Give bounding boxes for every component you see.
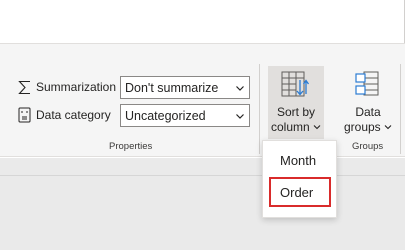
sort-by-column-menu: Month Order: [262, 140, 337, 218]
summarization-row: Summarization: [15, 75, 118, 99]
sort-column-label: column: [270, 120, 310, 134]
sort-by-label: Sort by: [276, 105, 315, 119]
data-category-dropdown[interactable]: Uncategorized: [120, 104, 250, 127]
groups-group-label: Groups: [352, 141, 384, 152]
sort-column-label-row: column: [268, 120, 324, 135]
menu-item-order[interactable]: Order: [269, 177, 331, 207]
summarization-dropdown[interactable]: Don't summarize: [120, 76, 250, 99]
data-category-row: Data category: [15, 103, 118, 127]
summarization-value: Don't summarize: [125, 80, 219, 95]
sort-by-column-button[interactable]: Sort by column: [268, 66, 324, 139]
data-category-value: Uncategorized: [125, 108, 206, 123]
group-divider: [259, 64, 260, 154]
chevron-down-icon: [236, 86, 244, 91]
data-groups-button[interactable]: Data groups: [339, 66, 397, 139]
data-category-label: Data category: [36, 108, 111, 122]
data-groups-line2-row: groups: [339, 120, 397, 135]
group-divider: [400, 64, 401, 154]
sort-by-column-icon: [280, 70, 312, 103]
data-groups-line2: groups: [343, 120, 381, 134]
menu-item-month[interactable]: Month: [269, 145, 331, 175]
chevron-down-icon: [384, 125, 392, 130]
data-groups-icon: [354, 70, 382, 101]
summarization-label: Summarization: [36, 80, 117, 94]
chevron-down-icon: [236, 114, 244, 119]
data-category-icon: [15, 105, 33, 125]
report-canvas: [0, 158, 405, 250]
sigma-icon: [15, 77, 33, 97]
title-bar-area: [0, 0, 405, 44]
properties-group-label: Properties: [109, 141, 153, 152]
data-groups-line1: Data: [355, 105, 381, 119]
chevron-down-icon: [313, 125, 321, 130]
canvas-divider: [0, 175, 405, 176]
